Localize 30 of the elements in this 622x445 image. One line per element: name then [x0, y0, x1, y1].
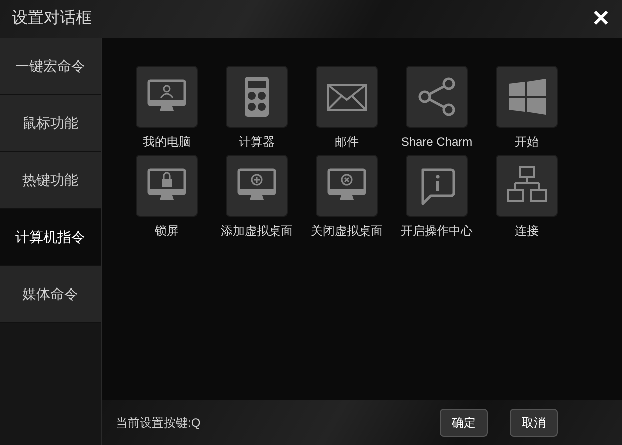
dialog-button[interactable]: 取消 [510, 408, 558, 436]
command-tile[interactable] [316, 155, 378, 217]
command-label: 我的电脑 [143, 134, 191, 151]
command-tile[interactable] [226, 155, 288, 217]
close-button[interactable]: ✕ [588, 8, 614, 30]
command-label: 添加虚拟桌面 [221, 223, 293, 240]
command-tile[interactable] [406, 155, 468, 217]
command-tile[interactable] [496, 66, 558, 128]
command-tile[interactable] [406, 66, 468, 128]
sidebar-item[interactable]: 热键功能 [0, 152, 101, 209]
command-tile[interactable] [136, 66, 198, 128]
sidebar-item[interactable]: 一键宏命令 [0, 38, 101, 95]
command-tile[interactable] [226, 66, 288, 128]
command-tile[interactable] [316, 66, 378, 128]
command-tile[interactable] [136, 155, 198, 217]
sidebar-item[interactable]: 鼠标功能 [0, 95, 101, 152]
window-title: 设置对话框 [12, 8, 92, 29]
dialog-button[interactable]: 确定 [440, 408, 488, 436]
command-label: 邮件 [335, 134, 359, 151]
command-label: 开始 [515, 134, 539, 151]
command-label: 关闭虚拟桌面 [311, 223, 383, 240]
sidebar-item[interactable]: 计算机指令 [0, 209, 101, 266]
command-label: 锁屏 [155, 223, 179, 240]
status-text: 当前设置按键:Q [116, 414, 201, 432]
command-tile[interactable] [496, 155, 558, 217]
command-label: 连接 [515, 223, 539, 240]
command-label: Share Charm [401, 134, 473, 151]
sidebar-item[interactable]: 媒体命令 [0, 266, 101, 323]
command-label: 计算器 [239, 134, 275, 151]
command-label: 开启操作中心 [401, 223, 473, 240]
